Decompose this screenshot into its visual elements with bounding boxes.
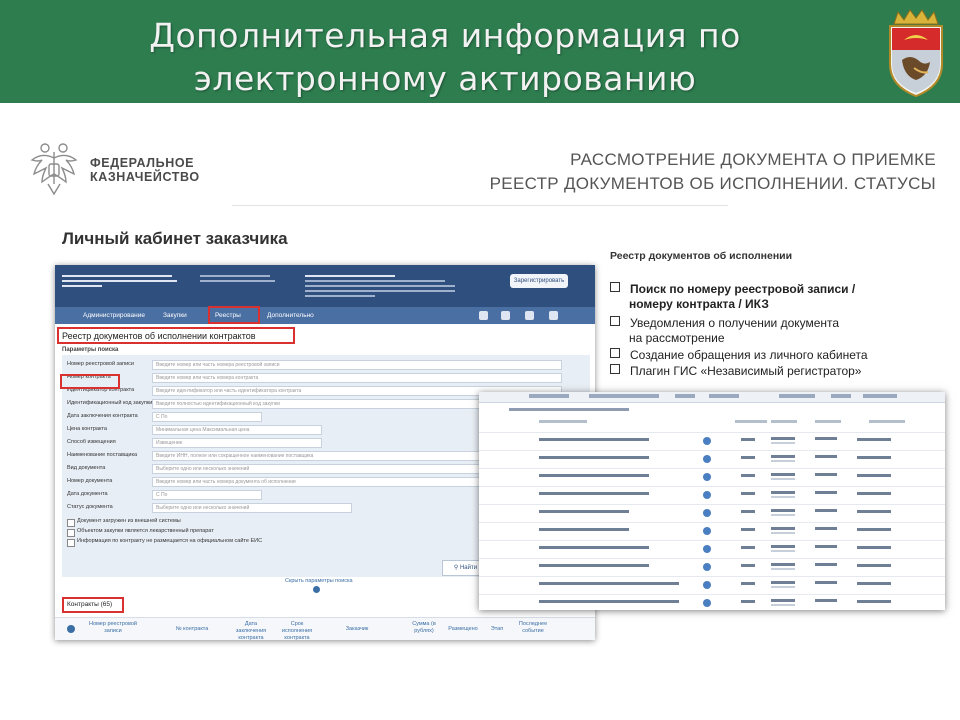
document-row[interactable] (479, 594, 945, 610)
bullet-appeal: Создание обращения из личного кабинета (610, 348, 868, 363)
col-contract-number[interactable]: № контракта (167, 626, 217, 633)
col-published[interactable]: Размещено (443, 626, 483, 633)
bullet-square-icon (610, 316, 620, 326)
document-row[interactable] (479, 558, 945, 575)
external-system-checkbox[interactable] (67, 519, 75, 527)
document-row[interactable] (479, 540, 945, 557)
settings-icon[interactable] (67, 625, 75, 633)
user-info (305, 272, 465, 300)
double-headed-eagle-icon (30, 143, 78, 196)
document-row[interactable] (479, 432, 945, 449)
bullet-square-icon (610, 348, 620, 358)
heading-highlight (57, 327, 295, 344)
registries-highlight (208, 306, 260, 324)
documents-header-row (479, 392, 945, 403)
contracts-table-header: Номер реестровой записи № контракта Дата… (55, 617, 595, 640)
col-contract-term[interactable]: Срок исполнения контракта (275, 621, 319, 640)
medicine-checkbox[interactable] (67, 529, 75, 537)
contract-number-highlight (60, 374, 120, 389)
external-system-label: Документ загружен из внешней системы (77, 518, 181, 524)
documents-columns (539, 420, 939, 428)
col-amount[interactable]: Сумма (в рублях) (409, 621, 439, 635)
document-row[interactable] (479, 504, 945, 521)
price-input[interactable]: Минимальная цена Максимальная цена (152, 425, 322, 435)
col-contract-date[interactable]: Дата заключения контракта (231, 621, 271, 640)
nav-administration[interactable]: Администрирование (83, 307, 145, 324)
treasury-logo-line-1: ФЕДЕРАЛЬНОЕ (90, 156, 195, 170)
document-row[interactable] (479, 468, 945, 485)
bullet-square-icon (610, 364, 620, 374)
doc-status-select[interactable]: Выберите одно или несколько значений (152, 503, 352, 513)
organization-codes (200, 272, 280, 285)
header-divider (232, 205, 728, 206)
contract-number-input[interactable]: Введите номер или часть номера контракта (152, 373, 562, 383)
cabinet-nav: Администрирование Закупки Реестры Дополн… (55, 307, 595, 324)
register-button[interactable]: Зарегистрировать (510, 274, 568, 288)
col-customer[interactable]: Заказчик (337, 626, 377, 633)
hide-params-link[interactable]: Скрыть параметры поиска (285, 578, 353, 584)
documents-screenshot (479, 392, 945, 610)
header-right-line-2: РЕЕСТР ДОКУМЕНТОВ ОБ ИСПОЛНЕНИИ. СТАТУСЫ (489, 174, 936, 193)
notice-select[interactable]: Извещение (152, 438, 322, 448)
city-coat-of-arms-icon (889, 9, 943, 98)
bullet-notifications: Уведомления о получении документа на рас… (610, 316, 839, 346)
not-published-label: Информация по контракту не размещается н… (77, 538, 263, 544)
doc-date-input[interactable]: С По (152, 490, 262, 500)
bullet-square-icon (610, 282, 620, 292)
cabinet-header: Зарегистрировать (55, 265, 595, 307)
bullet-search: Поиск по номеру реестровой записи / номе… (610, 282, 855, 312)
treasury-logo-text: ФЕДЕРАЛЬНОЕ КАЗНАЧЕЙСТВО (90, 156, 200, 184)
nav-additional[interactable]: Дополнительно (267, 307, 314, 324)
medicine-label: Объектом закупки является лекарственный … (77, 528, 214, 534)
contracts-highlight (62, 597, 124, 613)
section-title: Личный кабинет заказчика (62, 229, 288, 248)
not-published-checkbox[interactable] (67, 539, 75, 547)
organization-info (62, 272, 182, 290)
slide-title-line-1: Дополнительная информация по (149, 16, 741, 55)
contract-date-input[interactable]: С По (152, 412, 262, 422)
nav-purchases[interactable]: Закупки (163, 307, 187, 324)
slide-title-line-2: электронному актированию (193, 59, 697, 98)
bullet-plugin: Плагин ГИС «Независимый регистратор» (610, 364, 861, 379)
monitor-icon[interactable] (549, 311, 558, 320)
col-last-event[interactable]: Последнее событие (511, 621, 555, 635)
collapse-icon[interactable] (313, 586, 320, 593)
document-row[interactable] (479, 576, 945, 593)
treasury-logo-line-2: КАЗНАЧЕЙСТВО (90, 170, 200, 184)
col-registry-number[interactable]: Номер реестровой записи (83, 621, 143, 635)
documents-group-label (509, 408, 629, 411)
notification-icon[interactable] (525, 311, 534, 320)
shield-icon[interactable] (479, 311, 488, 320)
header-right-line-1: РАССМОТРЕНИЕ ДОКУМЕНТА О ПРИЕМКЕ (570, 150, 936, 169)
document-row[interactable] (479, 450, 945, 467)
document-row[interactable] (479, 486, 945, 503)
registry-info-title: Реестр документов об исполнении (610, 250, 793, 262)
document-row[interactable] (479, 522, 945, 539)
calendar-icon[interactable] (501, 311, 510, 320)
registry-number-input[interactable]: Введите номер или часть номера реестрово… (152, 360, 562, 370)
search-params-label: Параметры поиска (62, 347, 119, 353)
field-row-registry-number: Номер реестровой записи Введите номер или… (62, 359, 590, 371)
field-row-contract-number: Номер контракта Введите номер или часть н… (62, 372, 590, 384)
slide-title: Дополнительная информация по электронном… (0, 14, 890, 100)
col-stage[interactable]: Этап (485, 626, 509, 633)
